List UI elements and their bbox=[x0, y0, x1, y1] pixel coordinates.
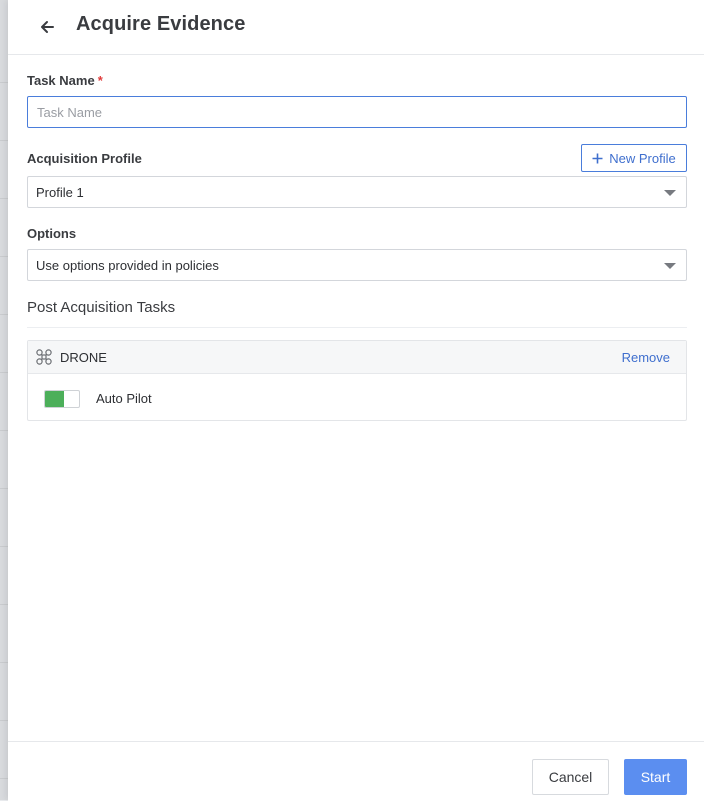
task-name: DRONE bbox=[60, 350, 107, 365]
task-name-label-text: Task Name bbox=[27, 73, 95, 88]
background-row-divider bbox=[0, 546, 8, 547]
cancel-button[interactable]: Cancel bbox=[532, 759, 609, 795]
background-list-edge bbox=[0, 0, 8, 800]
required-marker: * bbox=[98, 73, 103, 88]
section-divider bbox=[27, 327, 687, 328]
options-select[interactable]: Use options provided in policies bbox=[27, 249, 687, 281]
task-card-header: DRONE Remove bbox=[28, 341, 686, 374]
background-row-divider bbox=[0, 488, 8, 489]
panel-footer: Cancel Start bbox=[8, 741, 704, 801]
auto-pilot-label: Auto Pilot bbox=[96, 391, 152, 406]
background-row-divider bbox=[0, 662, 8, 663]
chevron-down-icon bbox=[664, 190, 676, 196]
background-row-divider bbox=[0, 82, 8, 83]
drone-icon bbox=[36, 349, 52, 365]
task-name-input[interactable] bbox=[27, 96, 687, 128]
background-row-divider bbox=[0, 198, 8, 199]
new-profile-label: New Profile bbox=[609, 151, 675, 166]
start-button[interactable]: Start bbox=[624, 759, 687, 795]
plus-icon bbox=[592, 153, 603, 164]
task-card-drone: DRONE Remove Auto Pilot bbox=[27, 340, 687, 421]
acquire-evidence-panel: Acquire Evidence Task Name* Acquisition … bbox=[8, 0, 704, 800]
background-row-divider bbox=[0, 778, 8, 779]
background-row-divider bbox=[0, 604, 8, 605]
background-row-divider bbox=[0, 314, 8, 315]
post-acquisition-title: Post Acquisition Tasks bbox=[27, 299, 175, 316]
options-value: Use options provided in policies bbox=[36, 258, 219, 273]
background-row-divider bbox=[0, 372, 8, 373]
remove-task-link[interactable]: Remove bbox=[622, 350, 670, 365]
chevron-down-icon bbox=[664, 263, 676, 269]
background-row-divider bbox=[0, 256, 8, 257]
new-profile-button[interactable]: New Profile bbox=[581, 144, 687, 172]
auto-pilot-toggle[interactable] bbox=[44, 390, 80, 408]
toggle-on-indicator bbox=[45, 391, 64, 407]
acquisition-profile-value: Profile 1 bbox=[36, 185, 84, 200]
task-name-label: Task Name* bbox=[27, 73, 103, 88]
options-label: Options bbox=[27, 226, 76, 241]
acquisition-profile-label: Acquisition Profile bbox=[27, 151, 142, 166]
background-row-divider bbox=[0, 720, 8, 721]
background-row-divider bbox=[0, 430, 8, 431]
arrow-left-icon bbox=[39, 19, 55, 35]
background-row-divider bbox=[0, 140, 8, 141]
acquisition-profile-select[interactable]: Profile 1 bbox=[27, 176, 687, 208]
page-title: Acquire Evidence bbox=[76, 13, 245, 36]
panel-header: Acquire Evidence bbox=[8, 0, 704, 55]
back-button[interactable] bbox=[34, 14, 60, 40]
